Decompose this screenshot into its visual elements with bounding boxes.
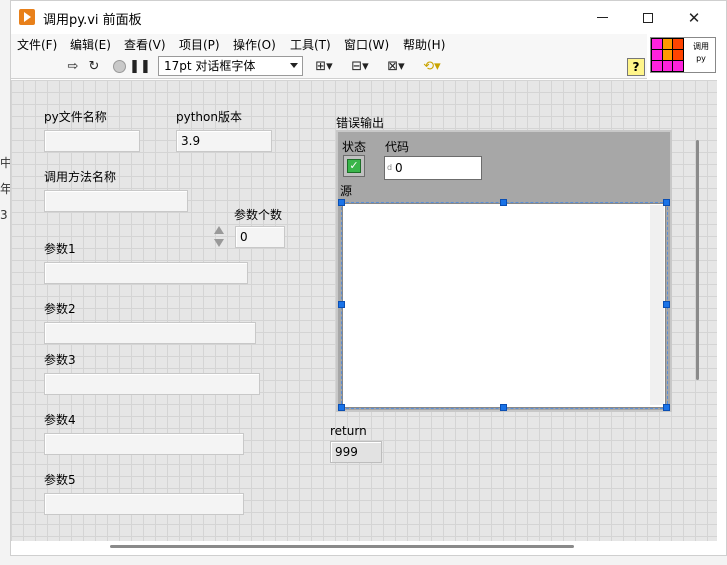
run-arrow-icon[interactable]: ⇨ bbox=[65, 58, 81, 75]
param2-label: 参数2 bbox=[44, 302, 76, 316]
resize-handle-tr[interactable] bbox=[663, 199, 670, 206]
minimize-icon bbox=[596, 16, 608, 19]
python-version-input[interactable]: 3.9 bbox=[176, 130, 272, 152]
error-out-label: 错误输出 bbox=[336, 116, 385, 130]
reorder-icon[interactable]: ⟲▾ bbox=[419, 58, 445, 75]
method-name-input[interactable] bbox=[44, 190, 188, 212]
increment-arrow-icon[interactable] bbox=[214, 226, 224, 234]
toolbar: ⇨ ↻ ❚❚ 17pt 对话框字体 ⊞▾ ⊟▾ ⊠▾ ⟲▾ ? bbox=[11, 54, 647, 79]
code-value: 0 bbox=[395, 161, 403, 175]
align-objects-icon[interactable]: ⊞▾ bbox=[311, 58, 337, 75]
param-count-label: 参数个数 bbox=[234, 208, 283, 222]
checkmark-icon: ✓ bbox=[347, 159, 361, 173]
param2-input[interactable] bbox=[44, 322, 256, 344]
abort-icon[interactable] bbox=[111, 58, 127, 75]
distribute-objects-icon[interactable]: ⊟▾ bbox=[347, 58, 373, 75]
code-radix-prefix: d bbox=[387, 163, 393, 172]
selection-outline bbox=[341, 202, 668, 409]
resize-objects-icon[interactable]: ⊠▾ bbox=[383, 58, 409, 75]
resize-handle-bl[interactable] bbox=[338, 404, 345, 411]
python-version-label: python版本 bbox=[176, 110, 242, 124]
param1-label: 参数1 bbox=[44, 242, 76, 256]
menu-help[interactable]: 帮助(H) bbox=[403, 36, 445, 53]
code-indicator[interactable]: d 0 bbox=[384, 156, 482, 180]
close-icon: ✕ bbox=[687, 8, 701, 27]
param-count-input[interactable]: 0 bbox=[235, 226, 285, 248]
close-button[interactable]: ✕ bbox=[671, 1, 717, 34]
pause-icon[interactable]: ❚❚ bbox=[129, 58, 151, 75]
param3-input[interactable] bbox=[44, 373, 260, 395]
window-title: 调用py.vi 前面板 bbox=[43, 13, 142, 28]
menu-edit[interactable]: 编辑(E) bbox=[70, 36, 111, 53]
context-help-button[interactable]: ? bbox=[627, 58, 645, 76]
resize-handle-br[interactable] bbox=[663, 404, 670, 411]
connector-pane-icon[interactable] bbox=[651, 38, 684, 72]
param-count-stepper[interactable] bbox=[212, 224, 226, 250]
status-indicator[interactable]: ✓ bbox=[343, 155, 365, 177]
param4-input[interactable] bbox=[44, 433, 244, 455]
maximize-icon bbox=[643, 12, 653, 23]
py-file-input[interactable] bbox=[44, 130, 140, 152]
font-dropdown[interactable]: 17pt 对话框字体 bbox=[158, 56, 303, 76]
labview-app-icon bbox=[19, 9, 35, 25]
menu-window[interactable]: 窗口(W) bbox=[344, 36, 389, 53]
font-dropdown-value: 17pt 对话框字体 bbox=[164, 59, 256, 73]
menu-project[interactable]: 项目(P) bbox=[179, 36, 220, 53]
menu-operate[interactable]: 操作(O) bbox=[233, 36, 276, 53]
method-name-label: 调用方法名称 bbox=[44, 170, 117, 184]
resize-handle-l[interactable] bbox=[338, 301, 345, 308]
code-label: 代码 bbox=[385, 140, 410, 154]
param3-label: 参数3 bbox=[44, 353, 76, 367]
source-label: 源 bbox=[340, 184, 353, 198]
vi-icon-pane[interactable]: 调用 py bbox=[650, 37, 716, 73]
title-bar[interactable]: 调用py.vi 前面板 ✕ bbox=[11, 1, 726, 34]
maximize-button[interactable] bbox=[625, 1, 671, 34]
chevron-down-icon bbox=[290, 63, 298, 68]
resize-handle-r[interactable] bbox=[663, 301, 670, 308]
decrement-arrow-icon[interactable] bbox=[214, 239, 224, 247]
menu-bar: 文件(F) 编辑(E) 查看(V) 项目(P) 操作(O) 工具(T) 窗口(W… bbox=[11, 34, 647, 54]
vi-icon-text: 调用 py bbox=[693, 42, 709, 63]
run-continuously-icon[interactable]: ↻ bbox=[85, 58, 103, 75]
minimize-button[interactable] bbox=[579, 1, 625, 34]
menu-tools[interactable]: 工具(T) bbox=[290, 36, 331, 53]
param5-input[interactable] bbox=[44, 493, 244, 515]
py-file-label: py文件名称 bbox=[44, 110, 107, 124]
menu-view[interactable]: 查看(V) bbox=[124, 36, 166, 53]
horizontal-scrollbar[interactable] bbox=[110, 545, 574, 548]
vertical-scrollbar[interactable] bbox=[696, 140, 699, 380]
status-label: 状态 bbox=[342, 140, 367, 154]
menu-file[interactable]: 文件(F) bbox=[17, 36, 57, 53]
return-indicator: 999 bbox=[330, 441, 382, 463]
resize-handle-b[interactable] bbox=[500, 404, 507, 411]
resize-handle-t[interactable] bbox=[500, 199, 507, 206]
param5-label: 参数5 bbox=[44, 473, 76, 487]
param4-label: 参数4 bbox=[44, 413, 76, 427]
return-label: return bbox=[330, 424, 367, 438]
param1-input[interactable] bbox=[44, 262, 248, 284]
resize-handle-tl[interactable] bbox=[338, 199, 345, 206]
